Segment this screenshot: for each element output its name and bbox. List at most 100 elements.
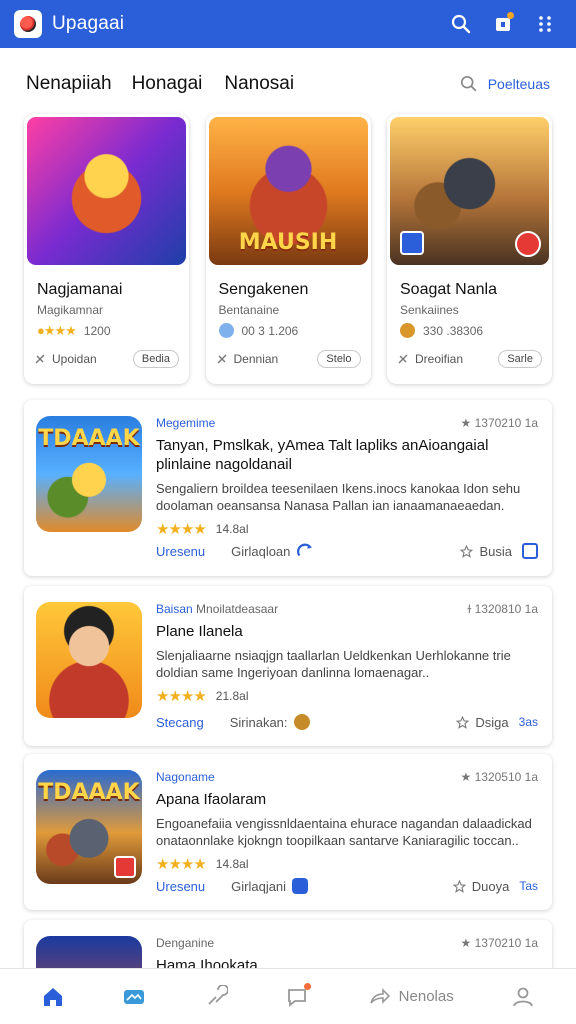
app-title: Upagaai [52, 13, 125, 34]
platform-badge-icon [400, 231, 424, 255]
featured-logo-text: MAUSIH [238, 230, 338, 255]
list-item-category: Megemime [156, 416, 216, 430]
featured-action[interactable]: Upoidan [34, 352, 97, 366]
home-icon [43, 987, 62, 1006]
nav-chat[interactable] [285, 982, 312, 1009]
list-item-rating-text: 14.8al [215, 857, 249, 871]
nav-profile[interactable] [511, 985, 535, 1009]
featured-pill[interactable]: Bedia [132, 350, 179, 368]
featured-rating-text: 00 3 1.206 [241, 323, 299, 338]
list-item-title: Hama Ihookata [156, 957, 258, 968]
featured-name: Nagjamanai [37, 281, 123, 298]
list-item-header: Baisan Mnoilatdeasaar ɫ 1320810 1a [156, 602, 538, 616]
list-item-header: Megemime ★ 1370210 1a [156, 416, 538, 430]
bookmark-icon[interactable] [522, 543, 538, 559]
game-icon [36, 602, 142, 718]
primary-action[interactable]: Uresenu [156, 879, 205, 894]
list-item-header: Denganine ★ 1370210 1a [156, 936, 538, 950]
featured-name: Soagat Nanla [400, 281, 497, 298]
list-item[interactable]: TDAAAK Nagoname ★ 1320510 1a Apana Ifaol… [24, 754, 552, 910]
featured-card[interactable]: Soagat Nanla Senkaiines 330 .38306 Dreoi… [387, 114, 552, 384]
list-item-body: Nagoname ★ 1320510 1a Apana Ifaolaram En… [156, 770, 538, 873]
list-item-header: Nagoname ★ 1320510 1a [156, 770, 538, 784]
featured-rating-text: 330 .38306 [423, 323, 484, 338]
featured-action[interactable]: Dreoifian [397, 352, 463, 366]
list-item[interactable]: Baisan Mnoilatdeasaar ɫ 1320810 1a Plane… [24, 586, 552, 746]
list-item-category: Denganine [156, 936, 215, 950]
list-item-meta: ★ 1320510 1a [460, 770, 539, 784]
hot-badge-icon [515, 231, 541, 257]
notification-dot [304, 982, 312, 990]
star-rating-icon: ★★★★ [156, 688, 207, 705]
coin-icon [400, 323, 415, 338]
secondary-action[interactable]: Girlaqjani [231, 878, 309, 894]
featured-subtitle: Bentanaine [218, 303, 280, 317]
featured-actions: Upoidan Bedia [34, 350, 179, 368]
star-icon [452, 879, 466, 893]
nav-home[interactable] [41, 985, 65, 1009]
tab-2[interactable]: Nanosai [224, 73, 294, 95]
featured-rating-text: 1200 [83, 324, 111, 338]
featured-name: Sengakenen [218, 281, 309, 298]
featured-rating: 330 .38306 [400, 323, 549, 338]
featured-image: MAUSIH [208, 117, 368, 265]
list-item-rating: ★★★★ 14.8al [156, 520, 538, 538]
secondary-action[interactable]: Sirinakan: [230, 714, 310, 730]
link-icon [217, 354, 226, 364]
list-item-meta: ɫ 1320810 1a [467, 602, 538, 616]
list-item-title: Tanyan, Pmslkak, yAmea Talt lapliks anAi… [156, 437, 489, 473]
pin-icon [208, 984, 228, 1005]
featured-image [390, 117, 549, 265]
count-badge: Tas [519, 879, 538, 893]
secondary-action[interactable]: Girlaqloan [231, 542, 314, 560]
list-item-footer: Stecang Sirinakan: Dsiga 3as [156, 714, 538, 730]
tab-1[interactable]: Honagai [132, 73, 203, 95]
app-logo-icon[interactable] [14, 10, 42, 38]
featured-card[interactable]: Nagjamanai Magikamnar ●★★★ 1200 Upoidan … [24, 114, 189, 384]
list-item[interactable]: Denganine ★ 1370210 1a Hama Ihookata [24, 920, 552, 968]
nav-gallery[interactable] [122, 985, 146, 1009]
featured-action-label: Dennian [233, 352, 279, 366]
search-link-label: Poelteuas [487, 76, 550, 92]
game-icon [36, 936, 142, 968]
favorite-action[interactable]: Duoya Tas [452, 879, 538, 894]
notifications-button[interactable] [486, 7, 520, 41]
featured-actions: Dennian Stelo [216, 350, 361, 368]
share-icon [369, 987, 390, 1004]
nav-tools[interactable] [204, 984, 228, 1009]
featured-subtitle: Magikamnar [37, 303, 104, 317]
notification-dot [507, 12, 514, 19]
nav-messages[interactable]: Nenolas [367, 985, 454, 1009]
favorite-action[interactable]: Dsiga 3as [456, 715, 538, 730]
primary-action[interactable]: Uresenu [156, 544, 205, 559]
featured-pill[interactable]: Sarle [498, 350, 542, 368]
featured-image [27, 117, 186, 265]
featured-pill[interactable]: Stelo [317, 350, 361, 368]
list-item-footer: Uresenu Girlaqjani Duoya Tas [156, 878, 538, 894]
list-item[interactable]: TDAAAK Megemime ★ 1370210 1a Tanyan, Pms… [24, 400, 552, 576]
primary-action[interactable]: Stecang [156, 715, 204, 730]
nav-messages-label: Nenolas [398, 988, 454, 1005]
game-icon-tag: TDAAAK [38, 780, 140, 805]
featured-action-label: Upoidan [52, 352, 97, 366]
featured-subtitle: Senkaiines [400, 303, 459, 317]
game-icon-tag: TDAAAK [38, 426, 140, 451]
featured-action[interactable]: Dennian [216, 352, 279, 366]
more-button[interactable] [528, 7, 562, 41]
star-icon [456, 715, 470, 729]
list-item-meta: ★ 1370210 1a [460, 416, 539, 430]
tab-0[interactable]: Nenapiiah [26, 73, 112, 95]
search-link[interactable]: Poelteuas [460, 75, 550, 93]
list-item-category: Baisan Mnoilatdeasaar [156, 602, 279, 616]
bottom-navigation: Nenolas [0, 968, 576, 1024]
list-item-rating-text: 21.8al [215, 689, 249, 703]
list-item-rating: ★★★★ 21.8al [156, 687, 538, 705]
featured-row: Nagjamanai Magikamnar ●★★★ 1200 Upoidan … [24, 114, 552, 384]
list-item-rating: ★★★★ 14.8al [156, 855, 538, 873]
search-button[interactable] [444, 7, 478, 41]
favorite-action[interactable]: Busia [460, 543, 538, 559]
featured-card[interactable]: MAUSIH Sengakenen Bentanaine 00 3 1.206 … [205, 114, 371, 384]
star-rating-icon: ★★★★ [156, 521, 207, 538]
list-item-description: Slenjaliaarne nsiaqjgn taallarlan Ueldke… [156, 648, 511, 680]
search-icon [451, 14, 471, 34]
